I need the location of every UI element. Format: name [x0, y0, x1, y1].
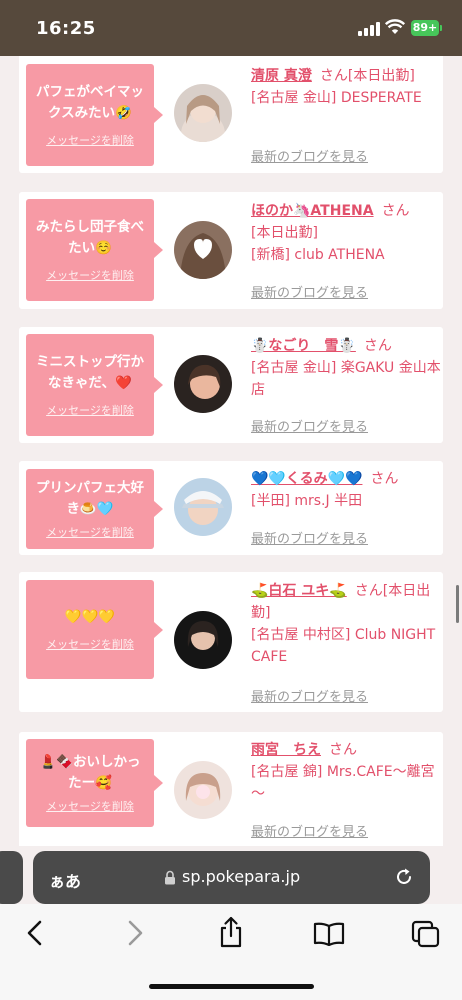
cast-info: ⛳白石 ユキ⛳ さん[本日出勤] [名古屋 中村区] Club NIGHT CAF… [251, 580, 441, 668]
avatar[interactable] [174, 221, 232, 279]
cast-name-link[interactable]: ☃️なごり 雪☃️ [251, 338, 356, 354]
tabs-icon[interactable] [411, 920, 441, 948]
cast-shop: [名古屋 金山] 楽GAKU 金山本店 [251, 360, 441, 398]
message-bubble: みたらし団子食べたい☺️ メッセージを削除 [26, 199, 163, 301]
message-feed[interactable]: パフェがベイマックスみたい🤣 メッセージを削除 清原 真澄 さん[本日出勤] [名… [0, 56, 462, 846]
message-card: みたらし団子食べたい☺️ メッセージを削除 ほのか🦄ATHENA さん [本日出勤… [19, 192, 443, 309]
message-text: 💛💛💛 [64, 609, 116, 625]
home-indicator [149, 984, 314, 989]
message-bubble: プリンパフェ大好き🍮🩵 メッセージを削除 [26, 469, 163, 549]
message-text: 💄🍫おいしかったー🥰 [39, 754, 141, 791]
wifi-icon [385, 19, 405, 34]
cast-name-link[interactable]: 清原 真澄 [251, 68, 312, 84]
cast-info: 清原 真澄 さん[本日出勤] [名古屋 金山] DESPERATE [251, 65, 441, 109]
message-card: 💄🍫おいしかったー🥰 メッセージを削除 雨宮 ちえ さん [名古屋 錦] Mrs.… [19, 732, 443, 846]
latest-blog-link[interactable]: 最新のブログを見る [251, 821, 368, 840]
latest-blog-link[interactable]: 最新のブログを見る [251, 686, 368, 705]
cast-name-link[interactable]: 雨宮 ちえ [251, 742, 321, 758]
url-text[interactable]: sp.pokepara.jp [182, 867, 300, 886]
honorific: さん [329, 742, 357, 758]
status-bar: 16:25 89+ [0, 0, 462, 56]
latest-blog-link[interactable]: 最新のブログを見る [251, 528, 368, 547]
message-text: パフェがベイマックスみたい🤣 [36, 84, 144, 121]
message-card: ミニストップ行かなきゃだ、❤️ メッセージを削除 ☃️なごり 雪☃️ さん [名古… [19, 327, 443, 443]
message-card: プリンパフェ大好き🍮🩵 メッセージを削除 💙🩵くるみ🩵💙 さん [半田] mrs.… [19, 461, 443, 555]
delete-message-link[interactable]: メッセージを削除 [46, 402, 134, 418]
latest-blog-link[interactable]: 最新のブログを見る [251, 416, 368, 435]
message-card: パフェがベイマックスみたい🤣 メッセージを削除 清原 真澄 さん[本日出勤] [名… [19, 56, 443, 173]
honorific: さん [319, 68, 348, 84]
delete-message-link[interactable]: メッセージを削除 [46, 636, 134, 652]
address-bar[interactable]: ぁあ sp.pokepara.jp [33, 851, 430, 904]
back-chevron-icon[interactable] [24, 920, 46, 946]
delete-message-link[interactable]: メッセージを削除 [46, 798, 134, 814]
cast-status: [本日出勤] [251, 225, 318, 241]
previous-tab-preview[interactable] [0, 851, 23, 904]
cast-shop: [名古屋 錦] Mrs.CAFE～離宮～ [251, 764, 435, 802]
battery-indicator: 89+ [411, 20, 439, 36]
forward-chevron-icon[interactable] [124, 920, 146, 946]
avatar[interactable] [174, 355, 232, 413]
avatar[interactable] [174, 478, 232, 536]
latest-blog-link[interactable]: 最新のブログを見る [251, 282, 368, 301]
message-bubble: 💄🍫おいしかったー🥰 メッセージを削除 [26, 739, 163, 827]
delete-message-link[interactable]: メッセージを削除 [46, 524, 134, 540]
status-time: 16:25 [36, 18, 96, 39]
cast-shop: [新橋] club ATHENA [251, 247, 385, 263]
cast-shop: [名古屋 金山] DESPERATE [251, 90, 422, 106]
cast-status: [本日出勤] [347, 68, 415, 84]
delete-message-link[interactable]: メッセージを削除 [46, 132, 134, 148]
message-bubble: 💛💛💛 メッセージを削除 [26, 580, 163, 679]
reload-icon[interactable] [394, 867, 414, 887]
cast-info: 💙🩵くるみ🩵💙 さん [半田] mrs.J 半田 [251, 468, 441, 512]
cast-info: ☃️なごり 雪☃️ さん [名古屋 金山] 楽GAKU 金山本店 [251, 335, 441, 401]
avatar[interactable] [174, 761, 232, 819]
message-text: ミニストップ行かなきゃだ、❤️ [36, 354, 144, 391]
honorific: さん [370, 471, 399, 487]
cast-name-link[interactable]: ⛳白石 ユキ⛳ [251, 583, 347, 599]
cast-shop: [名古屋 中村区] Club NIGHT CAFE [251, 627, 436, 665]
cast-name-link[interactable]: 💙🩵くるみ🩵💙 [251, 471, 362, 487]
message-bubble: パフェがベイマックスみたい🤣 メッセージを削除 [26, 64, 163, 166]
cast-info: ほのか🦄ATHENA さん [本日出勤] [新橋] club ATHENA [251, 200, 441, 266]
cast-info: 雨宮 ちえ さん [名古屋 錦] Mrs.CAFE～離宮～ [251, 739, 441, 805]
avatar[interactable] [174, 611, 232, 669]
text-size-button[interactable]: ぁあ [49, 868, 81, 892]
message-text: プリンパフェ大好き🍮🩵 [36, 480, 144, 517]
cast-shop: [半田] mrs.J 半田 [251, 493, 363, 509]
honorific: さん [354, 583, 383, 599]
message-bubble: ミニストップ行かなきゃだ、❤️ メッセージを削除 [26, 334, 163, 436]
message-card: 💛💛💛 メッセージを削除 ⛳白石 ユキ⛳ さん[本日出勤] [名古屋 中村区] C… [19, 572, 443, 712]
lock-icon [165, 870, 175, 885]
bookmarks-book-icon[interactable] [313, 922, 345, 946]
honorific: さん [363, 338, 392, 354]
cast-name-link[interactable]: ほのか🦄ATHENA [251, 203, 374, 219]
message-text: みたらし団子食べたい☺️ [36, 219, 144, 256]
latest-blog-link[interactable]: 最新のブログを見る [251, 146, 368, 165]
honorific: さん [381, 203, 410, 219]
battery-tip [440, 25, 442, 31]
cellular-signal-icon [358, 22, 380, 36]
scroll-indicator[interactable] [456, 585, 459, 623]
delete-message-link[interactable]: メッセージを削除 [46, 267, 134, 283]
share-icon[interactable] [218, 916, 244, 948]
avatar[interactable] [174, 84, 232, 142]
